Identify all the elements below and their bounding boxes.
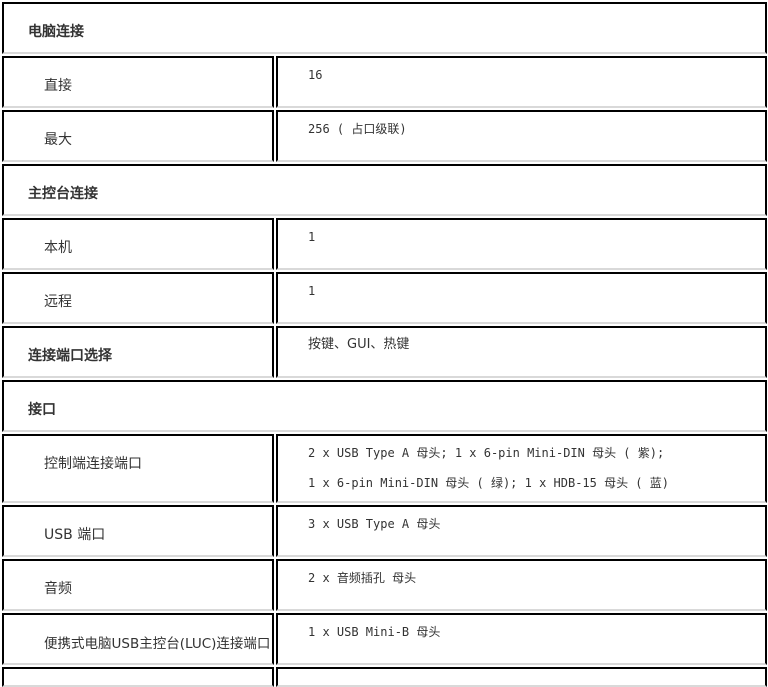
section-row-console-connection: 主控台连接 [2,164,768,216]
row-value: 256 ( 占口级联) [308,122,407,136]
row-value: 按键、GUI、热键 [308,337,410,352]
row-label: 本机 [44,240,72,256]
row-label: 连接端口选择 [28,348,112,364]
row-label: 控制端连接端口 [44,456,142,472]
section-title: 接口 [28,402,56,418]
row-value: 1 [308,284,316,298]
row-value: 2 x USB Type A 母头; 1 x 6-pin Mini-DIN 母头… [308,438,669,498]
value-line: 1 x 6-pin Mini-DIN 母头 ( 绿); 1 x HDB-15 母… [308,476,669,490]
row-value: 1 x USB Mini-B 母头 [308,625,441,639]
section-title: 电脑连接 [28,24,84,40]
section-row-pc-connection: 电脑连接 [2,2,768,54]
table-row: USB 端口 3 x USB Type A 母头 [2,505,768,557]
row-label: 最大 [44,132,72,148]
table-row: 本机 1 [2,218,768,270]
table-row: 便携式电脑USB主控台(LUC)连接端口 1 x USB Mini-B 母头 [2,613,768,665]
row-label: 直接 [44,78,72,94]
value-line: 2 x USB Type A 母头; 1 x 6-pin Mini-DIN 母头… [308,446,665,460]
row-label: 远程 [44,294,72,310]
table-row-partial [2,667,768,687]
table-row: 远程 1 [2,272,768,324]
table-row: 音频 2 x 音频插孔 母头 [2,559,768,611]
row-label: USB 端口 [44,527,106,543]
section-title: 主控台连接 [28,186,98,202]
row-label: 音频 [44,581,72,597]
section-row-interfaces: 接口 [2,380,768,432]
table-row: 控制端连接端口 2 x USB Type A 母头; 1 x 6-pin Min… [2,434,768,503]
row-value: 1 [308,230,316,244]
row-value: 16 [308,68,323,82]
table-row: 直接 16 [2,56,768,108]
row-value: 3 x USB Type A 母头 [308,517,441,531]
table-row: 连接端口选择 按键、GUI、热键 [2,326,768,378]
table-row: 最大 256 ( 占口级联) [2,110,768,162]
row-value: 2 x 音频插孔 母头 [308,571,417,585]
row-label: 便携式电脑USB主控台(LUC)连接端口 [44,636,271,652]
